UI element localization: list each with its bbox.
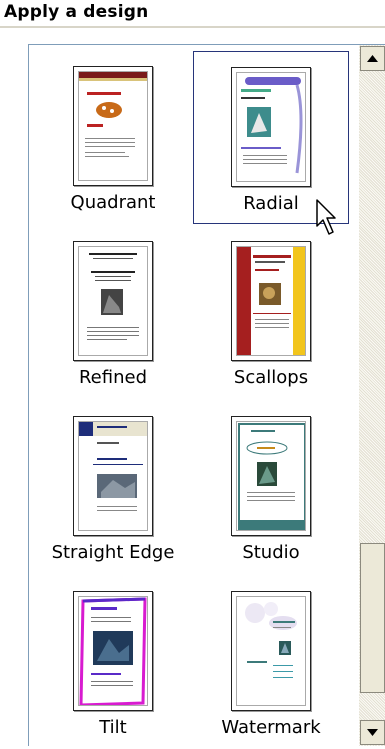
scroll-down-button[interactable] <box>360 720 385 745</box>
design-thumbnail-tilt <box>73 591 153 711</box>
panel-title: Apply a design <box>4 2 149 22</box>
design-label: Refined <box>78 367 148 388</box>
design-label: Tilt <box>99 717 127 738</box>
design-gallery-panel: Quadrant Radial Refined Scallops Straigh… <box>28 44 385 746</box>
scroll-thumb[interactable] <box>360 543 385 693</box>
design-item-straight-edge[interactable]: Straight Edge <box>35 401 191 574</box>
arrow-down-icon <box>367 729 378 736</box>
design-label: Scallops <box>233 367 309 388</box>
design-item-scallops[interactable]: Scallops <box>193 226 349 399</box>
design-thumbnail-straight-edge <box>73 416 153 536</box>
arrow-up-icon <box>367 55 378 62</box>
design-thumbnail-radial <box>231 67 311 187</box>
design-label: Straight Edge <box>51 542 175 563</box>
design-item-watermark[interactable]: Watermark <box>193 576 349 749</box>
vertical-scrollbar[interactable] <box>359 45 385 746</box>
title-divider <box>0 26 385 28</box>
design-item-studio[interactable]: Studio <box>193 401 349 574</box>
design-item-tilt[interactable]: Tilt <box>35 576 191 749</box>
design-label: Studio <box>242 542 300 563</box>
scroll-up-button[interactable] <box>360 46 385 71</box>
design-gallery: Quadrant Radial Refined Scallops Straigh… <box>29 45 359 746</box>
design-label: Quadrant <box>70 192 156 213</box>
design-thumbnail-studio <box>231 416 311 536</box>
design-thumbnail-watermark <box>231 591 311 711</box>
mouse-pointer-icon <box>316 199 336 235</box>
design-item-refined[interactable]: Refined <box>35 226 191 399</box>
design-thumbnail-scallops <box>231 241 311 361</box>
design-item-quadrant[interactable]: Quadrant <box>35 51 191 224</box>
design-label: Watermark <box>221 717 321 738</box>
design-thumbnail-refined <box>73 241 153 361</box>
design-thumbnail-quadrant <box>73 66 153 186</box>
